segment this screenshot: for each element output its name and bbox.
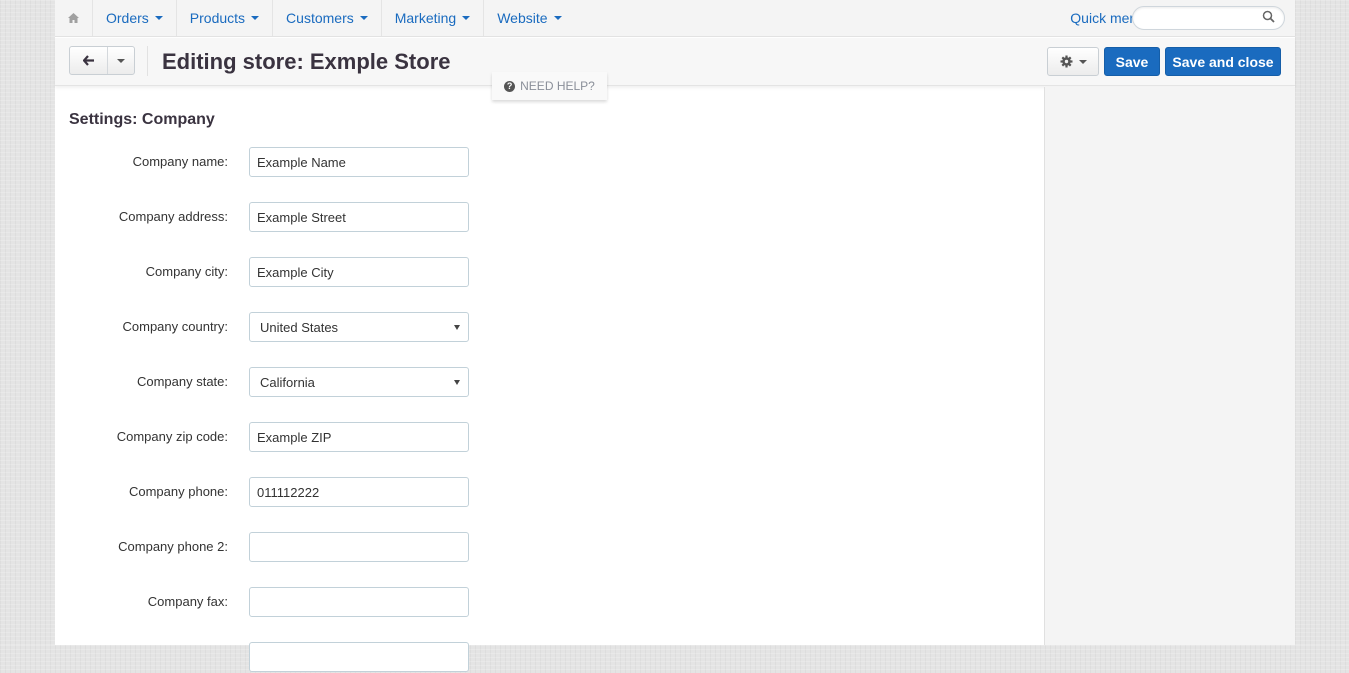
company-phone-label: Company phone: xyxy=(128,484,228,499)
company-state-label: Company state: xyxy=(136,374,228,389)
dropdown-arrow-icon xyxy=(454,325,460,330)
nav-website[interactable]: Website xyxy=(484,0,574,36)
nav-customers-label: Customers xyxy=(286,10,354,26)
company-phone-input[interactable] xyxy=(249,477,469,507)
company-phone-2-input[interactable] xyxy=(249,532,469,562)
form-row-company-country: Company country: United States xyxy=(55,312,555,343)
company-state-select[interactable]: California xyxy=(249,367,469,397)
company-fax-input[interactable] xyxy=(249,587,469,617)
form-row-company-state: Company state: California xyxy=(55,367,555,398)
home-icon xyxy=(68,13,79,23)
arrow-left-icon xyxy=(82,55,94,66)
chevron-down-icon xyxy=(1078,59,1087,64)
quick-search-input[interactable] xyxy=(1143,8,1263,28)
company-fax-label: Company fax: xyxy=(147,594,228,609)
quick-search xyxy=(1132,6,1285,30)
company-address-input[interactable] xyxy=(249,202,469,232)
company-address-label: Company address: xyxy=(118,209,228,224)
right-sidebar xyxy=(1044,87,1295,645)
company-name-label: Company name: xyxy=(132,154,228,169)
form-row-company-city: Company city: xyxy=(55,257,555,288)
nav-orders[interactable]: Orders xyxy=(93,0,177,36)
page-container: Orders Products Customers Marketing Webs… xyxy=(55,0,1295,672)
chevron-down-icon xyxy=(154,16,163,20)
company-zip-label: Company zip code: xyxy=(116,429,228,444)
company-country-value: United States xyxy=(260,319,339,335)
chevron-down-icon xyxy=(251,16,260,20)
settings-dropdown-button[interactable] xyxy=(1047,47,1099,76)
back-dropdown-button[interactable] xyxy=(108,47,134,74)
top-navigation: Orders Products Customers Marketing Webs… xyxy=(55,0,1295,37)
page-title: Editing store: Exmple Store xyxy=(162,49,451,74)
company-name-input[interactable] xyxy=(249,147,469,177)
form-row-company-name: Company name: xyxy=(55,147,555,178)
nav-marketing-label: Marketing xyxy=(394,10,457,26)
save-and-close-button[interactable]: Save and close xyxy=(1165,47,1281,76)
chevron-down-icon xyxy=(462,16,471,20)
section-title: Settings: Company xyxy=(69,111,215,128)
nav-website-label: Website xyxy=(497,10,548,26)
nav-products-label: Products xyxy=(189,10,246,26)
nav-marketing[interactable]: Marketing xyxy=(382,0,485,36)
next-field-input[interactable] xyxy=(249,642,469,672)
save-button[interactable]: Save xyxy=(1104,47,1160,76)
gear-icon xyxy=(1060,55,1072,68)
search-icon[interactable] xyxy=(1262,10,1275,23)
form-row-company-zip: Company zip code: xyxy=(55,422,555,453)
nav-customers[interactable]: Customers xyxy=(273,0,382,36)
back-button-group xyxy=(69,46,135,75)
company-city-input[interactable] xyxy=(249,257,469,287)
header-divider xyxy=(147,46,148,76)
chevron-down-icon xyxy=(359,16,368,20)
nav-products[interactable]: Products xyxy=(177,0,274,36)
company-zip-input[interactable] xyxy=(249,422,469,452)
company-city-label: Company city: xyxy=(145,264,228,279)
company-phone-2-label: Company phone 2: xyxy=(118,539,228,554)
form-row-next xyxy=(55,642,555,673)
back-button[interactable] xyxy=(70,47,108,74)
need-help-tab[interactable]: ? NEED HELP? xyxy=(492,72,607,100)
nav-orders-label: Orders xyxy=(106,10,149,26)
page-header: Editing store: Exmple Store Save Save an… xyxy=(55,38,1295,86)
dropdown-arrow-icon xyxy=(454,380,460,385)
chevron-down-icon xyxy=(553,16,562,20)
need-help-label: NEED HELP? xyxy=(520,79,595,93)
question-circle-icon: ? xyxy=(504,80,516,92)
form-row-company-phone: Company phone: xyxy=(55,477,555,508)
chevron-down-icon xyxy=(117,58,125,63)
company-country-label: Company country: xyxy=(122,319,229,334)
company-country-select[interactable]: United States xyxy=(249,312,469,342)
form-row-company-address: Company address: xyxy=(55,202,555,233)
company-state-value: California xyxy=(260,374,315,390)
form-row-company-fax: Company fax: xyxy=(55,587,555,618)
form-row-company-phone-2: Company phone 2: xyxy=(55,532,555,563)
nav-home[interactable] xyxy=(55,0,93,36)
